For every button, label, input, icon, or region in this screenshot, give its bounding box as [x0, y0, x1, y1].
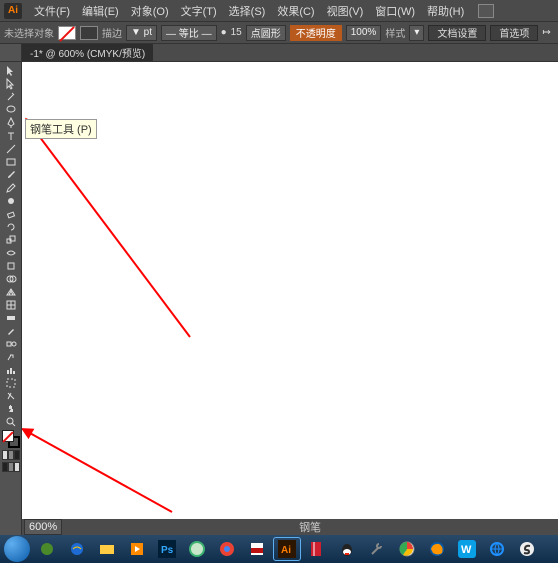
profile-dropdown[interactable]: — 等比 —: [161, 25, 217, 41]
column-graph-tool[interactable]: [2, 363, 20, 376]
dot-icon: ●: [221, 27, 227, 38]
taskbar: Ps Ai W: [0, 535, 558, 563]
search-doc-icon[interactable]: [478, 4, 494, 18]
scale-tool[interactable]: [2, 233, 20, 246]
artboard-tool[interactable]: [2, 376, 20, 389]
menu-window[interactable]: 窗口(W): [369, 3, 421, 19]
lasso-tool[interactable]: [2, 103, 20, 116]
opacity-value[interactable]: 100%: [346, 25, 382, 41]
svg-text:Ai: Ai: [281, 545, 291, 556]
start-button[interactable]: [4, 536, 30, 562]
direct-selection-tool[interactable]: [2, 77, 20, 90]
free-transform-tool[interactable]: [2, 259, 20, 272]
gradient-tool[interactable]: [2, 311, 20, 324]
task-tools[interactable]: [364, 538, 390, 560]
task-firefox[interactable]: [424, 538, 450, 560]
width-tool[interactable]: [2, 246, 20, 259]
menu-help[interactable]: 帮助(H): [421, 3, 470, 19]
task-blue-w[interactable]: W: [454, 538, 480, 560]
line-segment-tool[interactable]: [2, 142, 20, 155]
status-bar: 600% 钢笔: [22, 519, 558, 535]
slice-tool[interactable]: [2, 389, 20, 402]
stroke-weight[interactable]: ▼ pt: [126, 25, 157, 41]
screen-modes[interactable]: [2, 462, 20, 472]
draw-modes[interactable]: [2, 450, 20, 460]
current-tool-label: 钢笔: [62, 519, 558, 535]
eraser-tool[interactable]: [2, 207, 20, 220]
tab-strip-gutter: [0, 44, 22, 61]
svg-text:W: W: [461, 544, 472, 556]
no-selection-label: 未选择对象: [4, 25, 54, 40]
task-explorer[interactable]: [94, 538, 120, 560]
selection-tool[interactable]: [2, 64, 20, 77]
tab-bar: -1* @ 600% (CMYK/预览): [0, 44, 558, 62]
task-adobe-reader[interactable]: [304, 538, 330, 560]
menu-object[interactable]: 对象(O): [125, 3, 175, 19]
task-sogou[interactable]: [514, 538, 540, 560]
stroke-label: 描边: [102, 25, 122, 40]
task-chrome[interactable]: [394, 538, 420, 560]
task-photoshop[interactable]: Ps: [154, 538, 180, 560]
fill-stroke-indicator[interactable]: [2, 430, 20, 448]
hand-tool[interactable]: [2, 402, 20, 415]
ai-logo: Ai: [4, 3, 22, 19]
zoom-readout[interactable]: 600%: [24, 519, 62, 535]
symbol-sprayer-tool[interactable]: [2, 350, 20, 363]
prefs-button[interactable]: 首选项: [490, 25, 538, 41]
blend-tool[interactable]: [2, 337, 20, 350]
task-media[interactable]: [124, 538, 150, 560]
opacity-label[interactable]: 不透明度: [290, 25, 342, 41]
task-green-circle[interactable]: [184, 538, 210, 560]
type-tool[interactable]: [2, 129, 20, 142]
task-pdf[interactable]: [244, 538, 270, 560]
perspective-grid-tool[interactable]: [2, 285, 20, 298]
doc-setup-button[interactable]: 文档设置: [428, 25, 486, 41]
task-chrome-like[interactable]: [214, 538, 240, 560]
style-dropdown[interactable]: ▾: [409, 25, 424, 41]
brush-num: 15: [231, 27, 242, 38]
pencil-tool[interactable]: [2, 181, 20, 194]
blob-brush-tool[interactable]: [2, 194, 20, 207]
mesh-tool[interactable]: [2, 298, 20, 311]
task-ie[interactable]: [64, 538, 90, 560]
task-swirl[interactable]: [34, 538, 60, 560]
rotate-tool[interactable]: [2, 220, 20, 233]
svg-text:Ps: Ps: [161, 545, 174, 556]
menu-effect[interactable]: 效果(C): [271, 3, 320, 19]
menu-edit[interactable]: 编辑(E): [76, 3, 125, 19]
stroke-swatch[interactable]: [80, 26, 98, 40]
fill-indicator[interactable]: [2, 430, 14, 442]
options-bar: 未选择对象 描边 ▼ pt — 等比 — ● 15 点圆形 不透明度 100% …: [0, 22, 558, 44]
eyedropper-tool[interactable]: [2, 324, 20, 337]
zoom-tool[interactable]: [2, 415, 20, 428]
menu-file[interactable]: 文件(F): [28, 3, 76, 19]
brush-name[interactable]: 点圆形: [246, 25, 286, 41]
pen-tool[interactable]: [2, 116, 20, 129]
shape-builder-tool[interactable]: [2, 272, 20, 285]
canvas[interactable]: 钢笔工具 (P) 600% 钢笔: [22, 62, 558, 535]
document-tab[interactable]: -1* @ 600% (CMYK/预览): [22, 44, 153, 61]
magic-wand-tool[interactable]: [2, 90, 20, 103]
menu-view[interactable]: 视图(V): [321, 3, 370, 19]
task-qq[interactable]: [334, 538, 360, 560]
align-icon[interactable]: ↦: [542, 27, 550, 38]
menubar: Ai 文件(F) 编辑(E) 对象(O) 文字(T) 选择(S) 效果(C) 视…: [0, 0, 558, 22]
rectangle-tool[interactable]: [2, 155, 20, 168]
task-globe[interactable]: [484, 538, 510, 560]
task-illustrator[interactable]: Ai: [274, 538, 300, 560]
tools-panel: [0, 62, 22, 535]
paintbrush-tool[interactable]: [2, 168, 20, 181]
style-label: 样式: [385, 25, 405, 40]
pen-tool-tooltip: 钢笔工具 (P): [25, 119, 97, 139]
menu-type[interactable]: 文字(T): [175, 3, 223, 19]
menu-select[interactable]: 选择(S): [223, 3, 272, 19]
fill-swatch[interactable]: [58, 26, 76, 40]
